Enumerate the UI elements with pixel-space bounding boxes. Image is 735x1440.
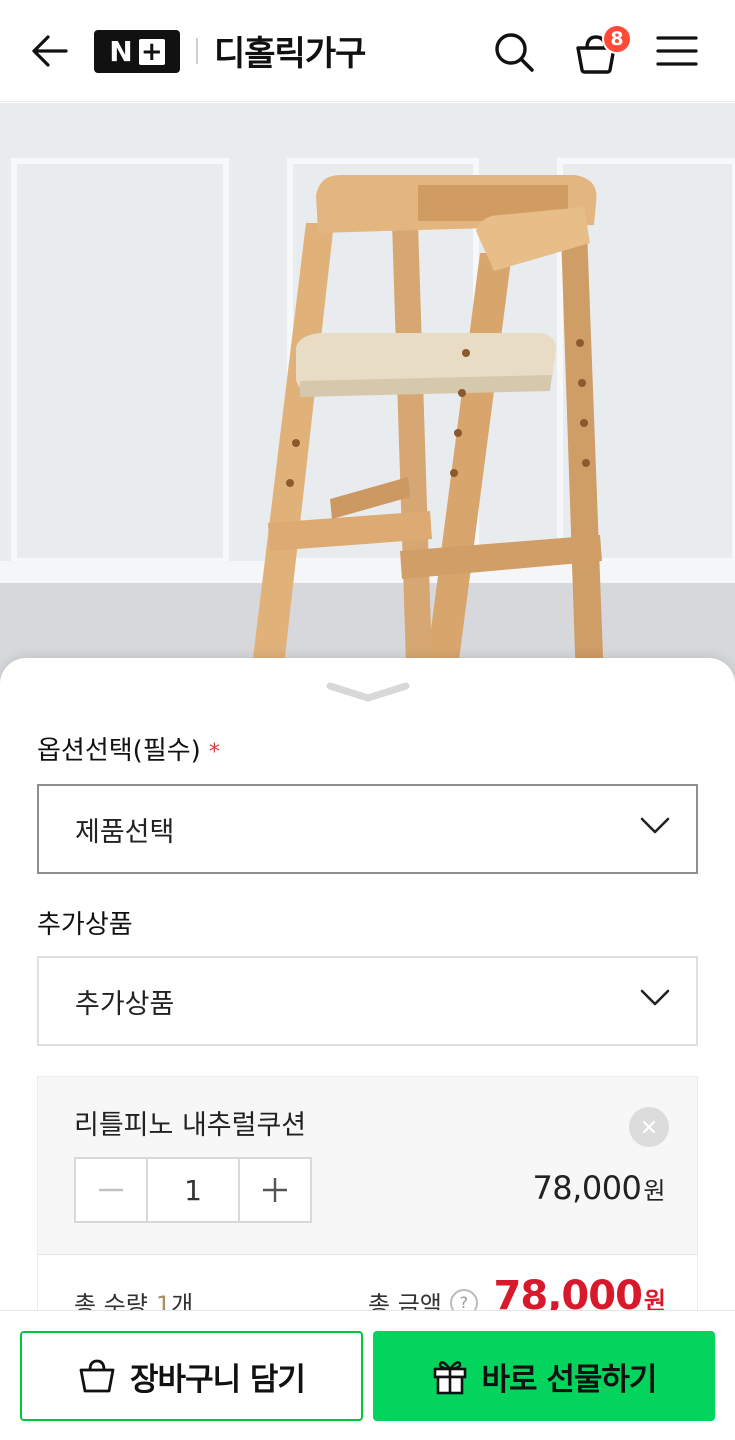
product-select-value: 제품선택 (75, 816, 175, 848)
required-mark: * (208, 740, 220, 765)
top-header: N + 디홀릭가구 8 (0, 0, 735, 102)
extra-product-label: 추가상품 (37, 910, 133, 940)
help-icon[interactable]: ? (449, 1288, 478, 1310)
back-arrow-icon (32, 35, 68, 67)
decrease-quantity-button[interactable] (76, 1159, 146, 1221)
gift-now-label: 바로 선물하기 (481, 1361, 658, 1398)
option-required-label: 옵션선택(필수) * (37, 730, 220, 767)
gift-now-button[interactable]: 바로 선물하기 (373, 1331, 715, 1421)
add-to-cart-label: 장바구니 담기 (130, 1361, 306, 1398)
menu-icon (656, 36, 698, 66)
back-button[interactable] (28, 30, 70, 72)
chevron-down-icon (640, 989, 670, 1006)
wooden-high-chair-illustration (0, 103, 735, 683)
item-price-value: 78,000 (532, 1169, 642, 1207)
total-quantity-unit: 개 (171, 1291, 194, 1310)
sheet-collapse-handle[interactable] (324, 678, 412, 706)
total-amount-label-text: 총 금액 (368, 1291, 442, 1310)
total-amount-currency: 원 (643, 1287, 666, 1310)
bottom-action-bar: 장바구니 담기 바로 선물하기 (0, 1310, 735, 1440)
gift-icon (433, 1361, 466, 1395)
quantity-stepper: 1 (74, 1157, 312, 1223)
cart-count-badge: 8 (602, 24, 632, 54)
close-icon (642, 1120, 656, 1134)
option-bottom-sheet: 옵션선택(필수) * 제품선택 추가상품 추가상품 리틀피노 내추럴쿠션 1 7… (0, 658, 735, 1310)
extra-product-select[interactable]: 추가상품 (37, 956, 698, 1046)
extra-select-value: 추가상품 (75, 988, 175, 1020)
chevron-down-icon (326, 682, 410, 702)
total-amount-label: 총 금액 ? (368, 1285, 478, 1310)
selected-item-card: 리틀피노 내추럴쿠션 1 78,000원 (37, 1076, 698, 1256)
cart-button[interactable]: 8 (570, 24, 632, 76)
shopping-bag-icon (79, 1359, 115, 1393)
total-quantity: 총 수량 1개 (74, 1285, 193, 1310)
increase-quantity-button[interactable] (240, 1159, 310, 1221)
store-name[interactable]: 디홀릭가구 (214, 26, 366, 75)
quantity-value[interactable]: 1 (146, 1159, 240, 1221)
plus-icon (263, 1178, 287, 1202)
logo-n: N (109, 35, 133, 68)
add-to-cart-button[interactable]: 장바구니 담기 (20, 1331, 363, 1421)
total-summary: 총 수량 1개 총 금액 ? 78,000원 (37, 1254, 698, 1310)
total-quantity-value: 1 (155, 1291, 172, 1310)
minus-icon (99, 1188, 123, 1192)
total-amount-value: 78,000 (493, 1273, 643, 1310)
total-quantity-label: 총 수량 (74, 1291, 148, 1310)
item-price-currency: 원 (643, 1177, 665, 1205)
total-amount: 78,000원 (493, 1273, 666, 1310)
search-button[interactable] (490, 28, 538, 76)
remove-item-button[interactable] (629, 1107, 669, 1147)
logo-plus: + (138, 38, 165, 65)
product-image[interactable] (0, 103, 735, 683)
menu-button[interactable] (652, 30, 702, 72)
naver-plus-logo[interactable]: N + (94, 30, 180, 73)
product-select[interactable]: 제품선택 (37, 784, 698, 874)
selected-item-name: 리틀피노 내추럴쿠션 (74, 1110, 307, 1141)
selected-item-price: 78,000원 (532, 1169, 665, 1207)
option-label-text: 옵션선택(필수) (37, 736, 201, 766)
search-icon (495, 33, 534, 72)
logo-divider (196, 38, 198, 64)
chevron-down-icon (640, 817, 670, 834)
